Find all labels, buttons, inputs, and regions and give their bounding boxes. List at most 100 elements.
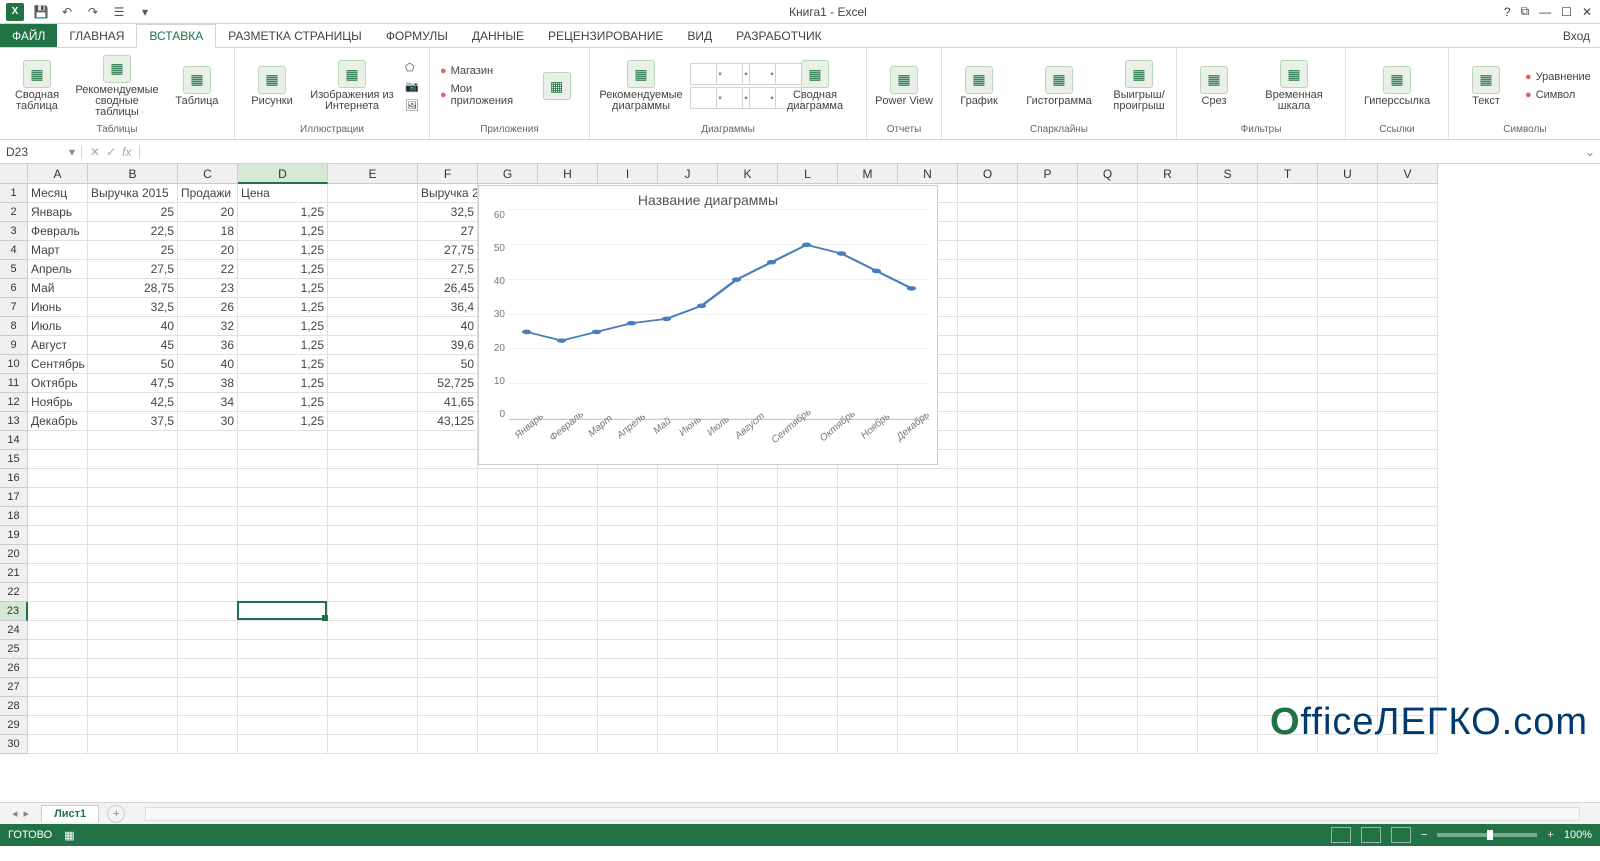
cell[interactable] — [28, 469, 88, 488]
cell[interactable] — [1258, 431, 1318, 450]
sheet-tab[interactable]: Лист1 — [41, 805, 99, 822]
cell[interactable] — [1378, 450, 1438, 469]
cell[interactable] — [1378, 697, 1438, 716]
cell[interactable]: 40 — [88, 317, 178, 336]
cell[interactable] — [1078, 602, 1138, 621]
cell[interactable] — [1318, 317, 1378, 336]
cell[interactable] — [1078, 488, 1138, 507]
cell[interactable] — [1258, 507, 1318, 526]
cell[interactable] — [958, 260, 1018, 279]
cell[interactable] — [958, 735, 1018, 754]
cell[interactable] — [658, 602, 718, 621]
cell[interactable] — [1258, 450, 1318, 469]
cell[interactable] — [1318, 184, 1378, 203]
ribbon-btn[interactable]: ▦Изображения из Интернета — [307, 51, 397, 121]
cell[interactable] — [898, 602, 958, 621]
cell[interactable] — [1018, 412, 1078, 431]
cell[interactable]: Январь — [28, 203, 88, 222]
cell[interactable]: 1,25 — [238, 241, 328, 260]
cell[interactable] — [238, 716, 328, 735]
cell[interactable] — [88, 450, 178, 469]
cell[interactable] — [418, 431, 478, 450]
cell[interactable] — [838, 469, 898, 488]
cell[interactable] — [778, 545, 838, 564]
cell[interactable]: Июль — [28, 317, 88, 336]
cell[interactable] — [958, 659, 1018, 678]
cell[interactable] — [1138, 488, 1198, 507]
add-sheet-button[interactable]: + — [107, 805, 125, 823]
row-header-8[interactable]: 8 — [0, 317, 28, 336]
cell[interactable] — [538, 659, 598, 678]
cell[interactable] — [1198, 621, 1258, 640]
cell[interactable] — [28, 488, 88, 507]
cell[interactable] — [28, 602, 88, 621]
cell[interactable] — [238, 431, 328, 450]
cell[interactable] — [1138, 735, 1198, 754]
cell[interactable] — [1198, 279, 1258, 298]
cell[interactable] — [178, 507, 238, 526]
cell[interactable] — [658, 469, 718, 488]
cell[interactable] — [1198, 697, 1258, 716]
cell[interactable] — [178, 716, 238, 735]
cell[interactable] — [1198, 716, 1258, 735]
cell[interactable] — [328, 526, 418, 545]
cell[interactable] — [28, 640, 88, 659]
cell[interactable] — [958, 526, 1018, 545]
cell[interactable]: Выручка 2015 — [88, 184, 178, 203]
cell[interactable] — [88, 545, 178, 564]
cell[interactable] — [478, 507, 538, 526]
cell[interactable] — [1018, 583, 1078, 602]
cell[interactable] — [898, 735, 958, 754]
ribbon-small-btn[interactable]: ⬠ — [401, 59, 423, 76]
cell[interactable] — [1378, 412, 1438, 431]
row-header-21[interactable]: 21 — [0, 564, 28, 583]
cell[interactable] — [1198, 260, 1258, 279]
row-header-17[interactable]: 17 — [0, 488, 28, 507]
cell[interactable]: Август — [28, 336, 88, 355]
cell[interactable] — [1198, 469, 1258, 488]
cell[interactable] — [1078, 393, 1138, 412]
cell[interactable]: 41,65 — [418, 393, 478, 412]
chart-title[interactable]: Название диаграммы — [479, 186, 937, 210]
cell[interactable] — [538, 602, 598, 621]
cell[interactable] — [958, 697, 1018, 716]
cell[interactable] — [778, 488, 838, 507]
cell[interactable] — [1198, 241, 1258, 260]
cell[interactable] — [418, 545, 478, 564]
cell[interactable] — [1198, 222, 1258, 241]
cell[interactable] — [598, 507, 658, 526]
row-header-19[interactable]: 19 — [0, 526, 28, 545]
cell[interactable] — [1318, 431, 1378, 450]
cell[interactable] — [1258, 602, 1318, 621]
cell[interactable]: 20 — [178, 241, 238, 260]
cell[interactable] — [1078, 412, 1138, 431]
cell[interactable] — [538, 716, 598, 735]
cell[interactable] — [1318, 450, 1378, 469]
cell[interactable] — [1018, 279, 1078, 298]
tab-разработчик[interactable]: РАЗРАБОТЧИК — [724, 24, 834, 47]
cell[interactable] — [838, 545, 898, 564]
cell[interactable] — [658, 488, 718, 507]
cell[interactable] — [1258, 659, 1318, 678]
cell[interactable] — [958, 393, 1018, 412]
cell[interactable] — [1198, 659, 1258, 678]
cell[interactable] — [238, 678, 328, 697]
cell[interactable]: Апрель — [28, 260, 88, 279]
cell[interactable]: Ноябрь — [28, 393, 88, 412]
cell[interactable] — [328, 564, 418, 583]
cell[interactable] — [1258, 279, 1318, 298]
cell[interactable] — [958, 716, 1018, 735]
cell[interactable]: 37,5 — [88, 412, 178, 431]
cell[interactable] — [778, 716, 838, 735]
cell[interactable] — [718, 697, 778, 716]
cell[interactable] — [1378, 640, 1438, 659]
zoom-level[interactable]: 100% — [1564, 829, 1592, 841]
cell[interactable] — [328, 241, 418, 260]
cell[interactable] — [28, 526, 88, 545]
cell[interactable]: 18 — [178, 222, 238, 241]
cell[interactable] — [1378, 526, 1438, 545]
cell[interactable] — [1138, 583, 1198, 602]
cell[interactable] — [328, 184, 418, 203]
tab-вставка[interactable]: ВСТАВКА — [136, 24, 216, 48]
cell[interactable] — [1318, 241, 1378, 260]
